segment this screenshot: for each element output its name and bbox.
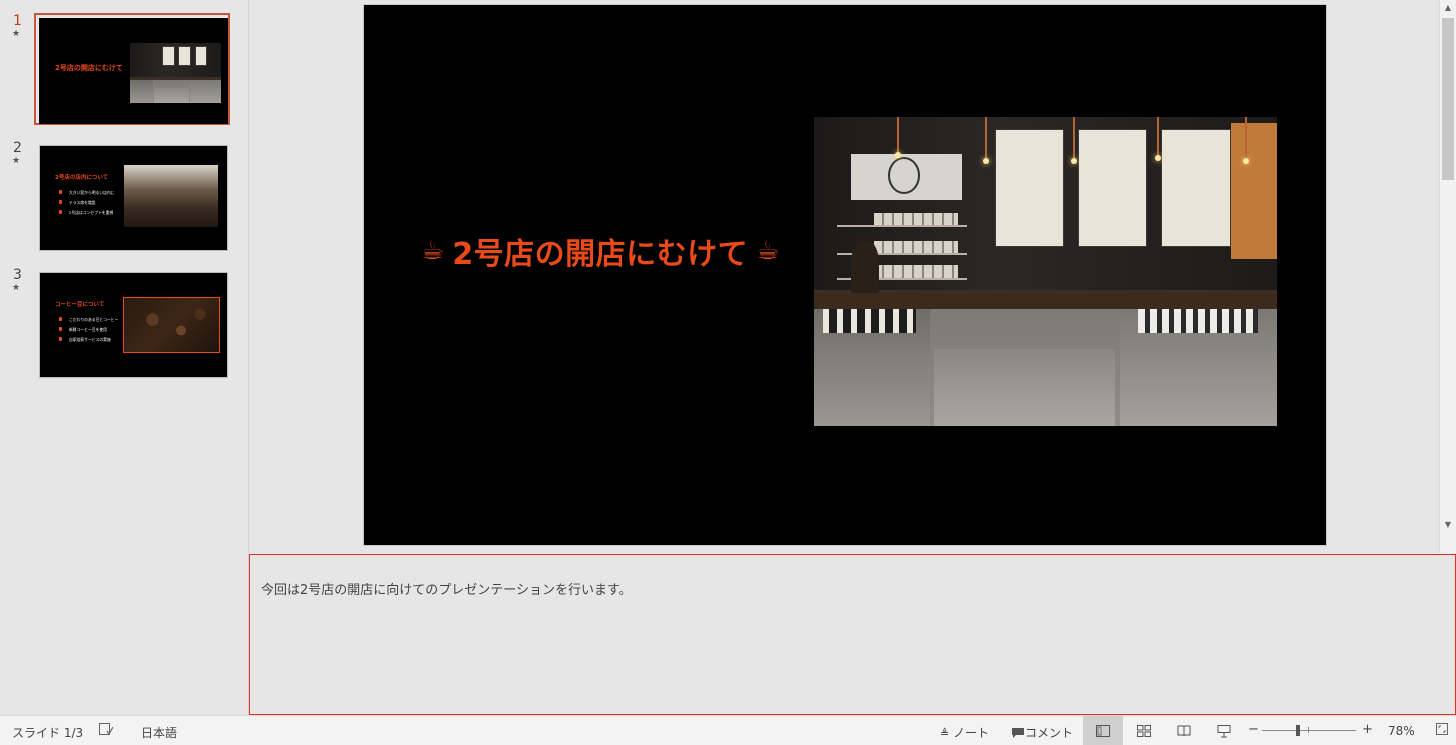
zoom-slider-handle[interactable] <box>1296 725 1300 736</box>
zoom-slider-track[interactable] <box>1262 730 1356 731</box>
thumbnail-title-1: 2号店の開店にむけて <box>55 64 123 72</box>
normal-view-button[interactable] <box>1083 716 1123 745</box>
speaker-notes-text[interactable]: 今回は2号店の開店に向けてのプレゼンテーションを行います。 <box>261 579 632 598</box>
zoom-in-button[interactable]: + <box>1362 722 1373 737</box>
normal-view-icon <box>1096 725 1110 737</box>
fit-to-window-icon[interactable] <box>1436 723 1448 738</box>
main-slide-canvas[interactable]: ☕ 2号店の開店にむけて ☕ <box>363 4 1327 546</box>
notes-icon: ≜ <box>940 727 950 740</box>
slide-number-2: 2 <box>13 140 22 156</box>
thumbnail-slide-3: コーヒー豆について こだわりのある豆とコーヒー 新鮮コーヒー豆を使用 自家焙煎サ… <box>39 272 228 378</box>
thumbnail-title-2: 2号店の店内について <box>55 175 109 181</box>
slideshow-icon <box>1217 724 1231 737</box>
slideshow-button[interactable] <box>1204 716 1244 745</box>
slide-title: 2号店の開店にむけて <box>452 237 749 272</box>
zoom-out-button[interactable]: − <box>1248 722 1259 737</box>
notes-pane[interactable]: 今回は2号店の開店に向けてのプレゼンテーションを行います。 <box>249 554 1456 715</box>
zoom-level[interactable]: 78% <box>1388 724 1415 738</box>
thumbnail-frame[interactable]: 2号店の店内について 大きい窓から明るい店内に テラス席を増設 2号店はコンセプ… <box>34 140 230 252</box>
reading-view-icon <box>1177 725 1191 737</box>
thumbnail-frame-selected[interactable]: 2号店の開店にむけて <box>34 13 230 125</box>
slide-thumbnail-3[interactable]: 3 ★ コーヒー豆について こだわりのある豆とコーヒー 新鮮コーヒー豆を使用 自… <box>0 267 249 379</box>
notes-button[interactable]: ≜ ノート <box>940 724 989 741</box>
scroll-up-arrow-icon[interactable]: ▲ <box>1440 0 1456 16</box>
slide-number-3: 3 <box>13 267 22 283</box>
slide-title-textbox[interactable]: ☕ 2号店の開店にむけて ☕ <box>421 229 780 273</box>
slide-sorter-button[interactable] <box>1124 716 1164 745</box>
reading-view-button[interactable] <box>1164 716 1204 745</box>
animation-star-icon: ★ <box>12 29 21 39</box>
scroll-down-arrow-icon[interactable]: ▼ <box>1440 517 1456 533</box>
thumbnail-bullet: こだわりのある豆とコーヒー <box>69 317 119 322</box>
coffee-beans-photo-thumb <box>123 297 220 353</box>
thumbnail-title-3: コーヒー豆について <box>55 302 105 308</box>
comments-label: コメント <box>1025 726 1074 740</box>
slide-number-1: 1 <box>13 13 22 29</box>
thumbnail-bullet: 自家焙煎サービスの実施 <box>69 337 111 342</box>
slide-thumbnail-1[interactable]: 1 ★ 2号店の開店にむけて <box>0 13 249 125</box>
cafe-photo[interactable] <box>814 117 1277 426</box>
comments-button[interactable]: コメント <box>1011 724 1073 741</box>
language-indicator[interactable]: 日本語 <box>141 724 177 741</box>
thumbnail-bullet: 新鮮コーヒー豆を使用 <box>69 327 107 332</box>
comment-icon <box>1012 728 1024 738</box>
animation-star-icon: ★ <box>12 156 21 166</box>
cafe-interior-photo-thumb <box>124 165 218 227</box>
animation-star-icon: ★ <box>12 283 21 293</box>
slide-thumbnail-2[interactable]: 2 ★ 2号店の店内について 大きい窓から明るい店内に テラス席を増設 2号店は… <box>0 140 249 252</box>
notes-label: ノート <box>953 726 990 740</box>
thumbnail-slide-1: 2号店の開店にむけて <box>39 18 228 124</box>
slide-thumbnail-pane[interactable]: 1 ★ 2号店の開店にむけて 2 ★ 2号店の店内について 大きい窓から明るい店… <box>0 0 249 715</box>
thumbnail-slide-2: 2号店の店内について 大きい窓から明るい店内に テラス席を増設 2号店はコンセプ… <box>39 145 228 251</box>
vertical-scrollbar[interactable]: ▲ ▼ <box>1439 0 1456 553</box>
scrollbar-thumb[interactable] <box>1442 18 1454 180</box>
thumbnail-frame[interactable]: コーヒー豆について こだわりのある豆とコーヒー 新鮮コーヒー豆を使用 自家焙煎サ… <box>34 267 230 379</box>
slide-sorter-icon <box>1137 725 1151 737</box>
thumbnail-bullet: 大きい窓から明るい店内に <box>69 190 115 195</box>
slide-counter: スライド 1/3 <box>12 726 84 740</box>
status-bar: スライド 1/3 日本語 ≜ ノート コメント − + 78% <box>0 715 1456 745</box>
coffee-cup-icon: ☕ <box>756 236 780 266</box>
thumbnail-bullet: テラス席を増設 <box>69 200 96 205</box>
zoom-slider-midpoint <box>1308 727 1309 733</box>
cafe-photo-thumb <box>130 43 221 103</box>
thumbnail-bullet: 2号店はコンセプトを重視 <box>69 210 114 215</box>
coffee-cup-icon: ☕ <box>421 236 445 266</box>
spellcheck-icon[interactable] <box>99 723 114 739</box>
